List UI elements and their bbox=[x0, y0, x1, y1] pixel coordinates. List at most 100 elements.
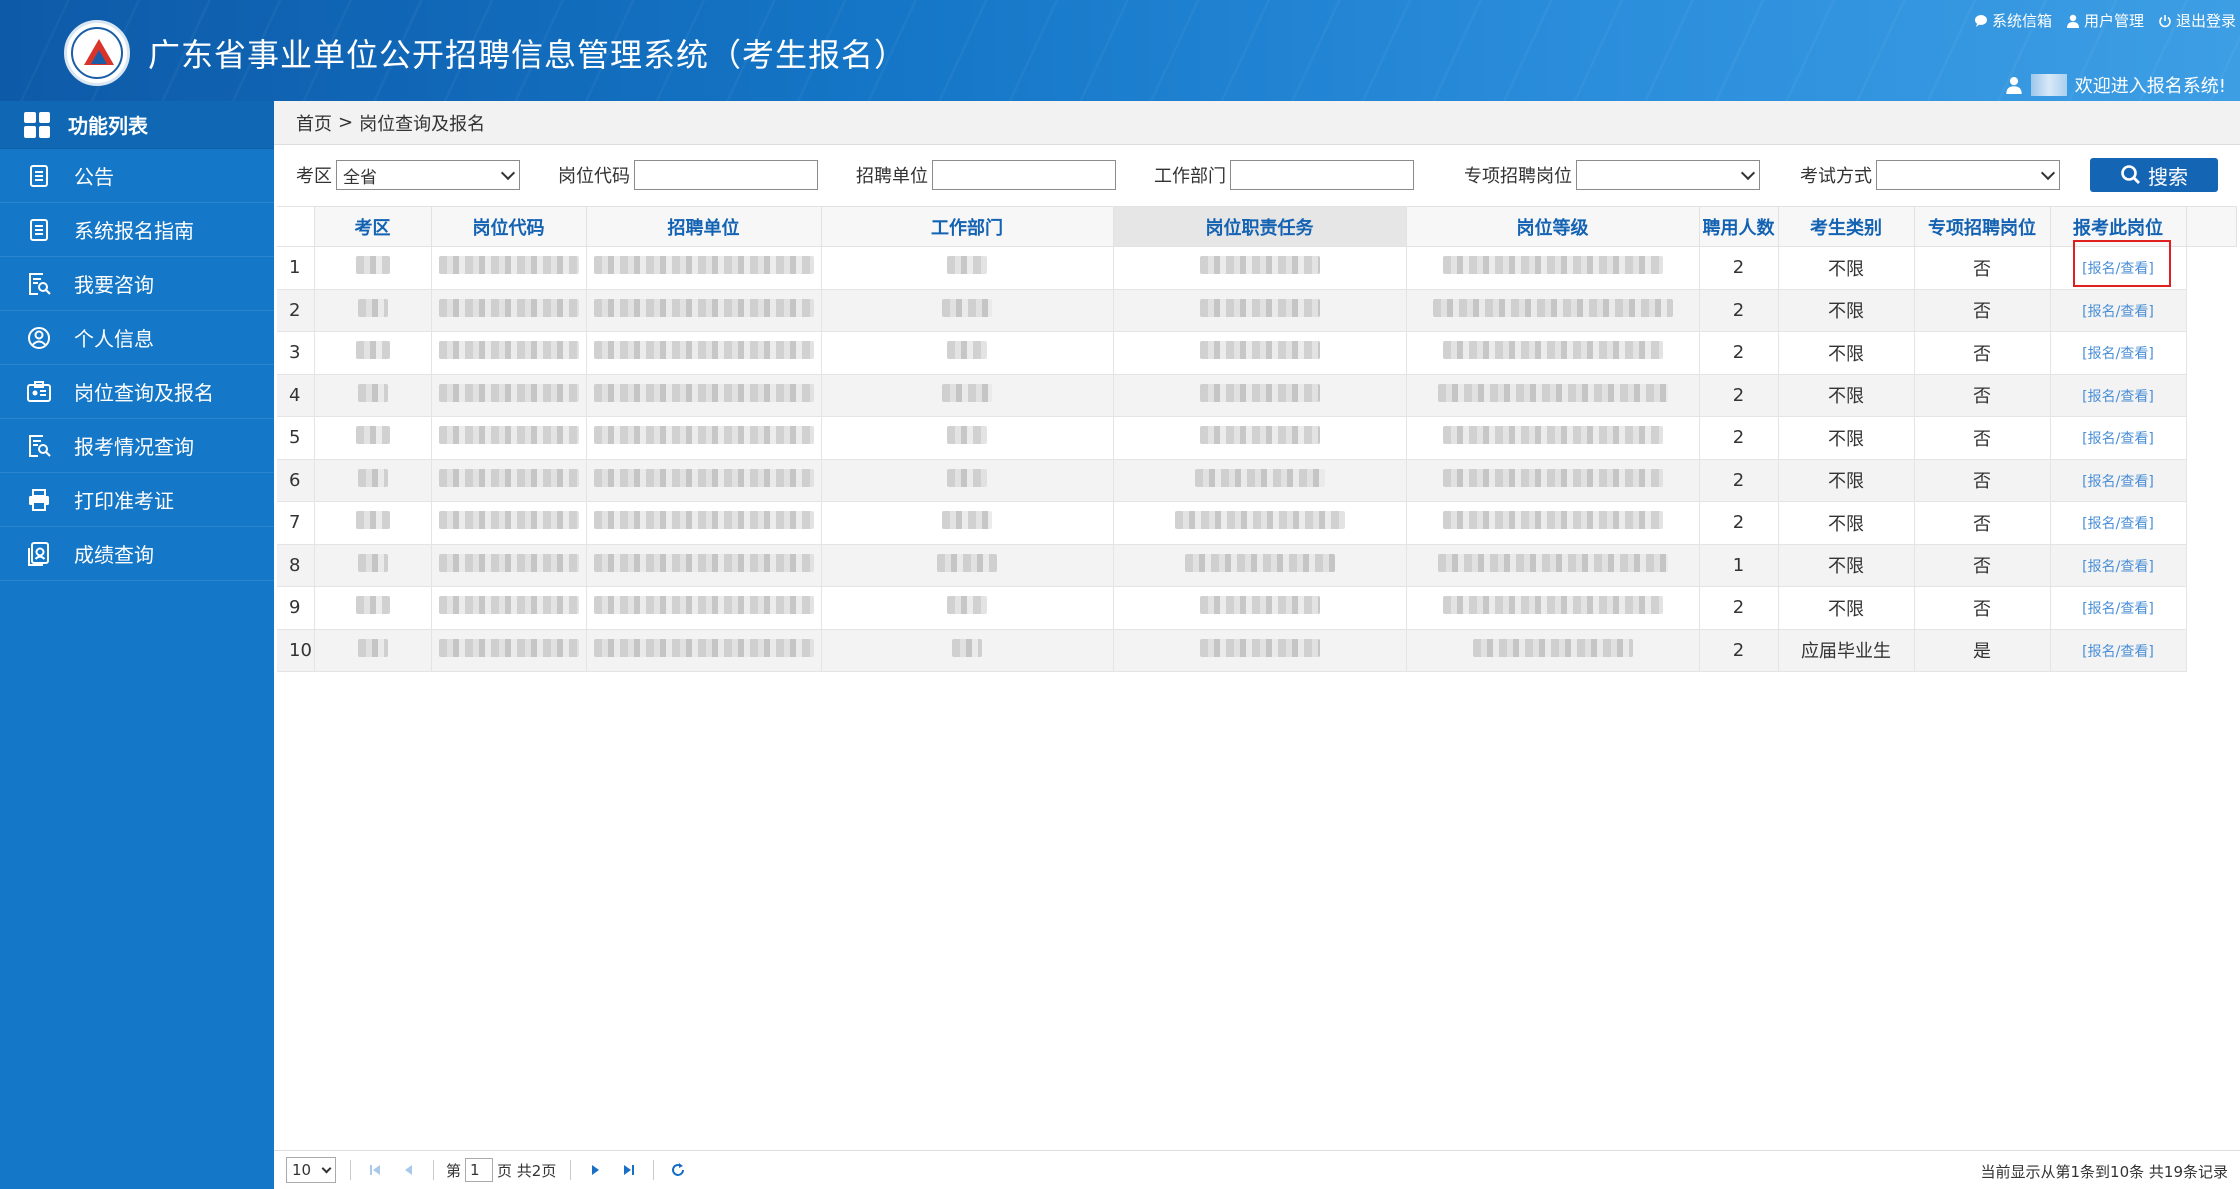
user-circle-icon bbox=[28, 326, 50, 349]
col-duties[interactable]: 岗位职责任务 bbox=[1112, 206, 1407, 247]
table-row: 4 2 不限 否 [报名/查看] bbox=[277, 373, 2236, 417]
grid-icon bbox=[24, 111, 50, 138]
sidebar-item-print-ticket[interactable]: 打印准考证 bbox=[0, 473, 274, 527]
prev-page-icon bbox=[405, 1165, 412, 1175]
apply-view-link[interactable]: [报名/查看] bbox=[2082, 644, 2154, 660]
sidebar-item-personal-info[interactable]: 个人信息 bbox=[0, 311, 274, 365]
chevron-down-icon bbox=[500, 165, 516, 180]
table-row: 10 2 应届毕业生 是 [报名/查看] bbox=[277, 628, 2236, 672]
table-row: 2 2 不限 否 [报名/查看] bbox=[277, 288, 2236, 332]
col-candidate-type[interactable]: 考生类别 bbox=[1777, 206, 1915, 247]
mailbox-link[interactable]: 系统信箱 bbox=[1974, 10, 2052, 31]
last-page-button[interactable] bbox=[619, 1160, 639, 1180]
search-button[interactable]: 搜索 bbox=[2090, 158, 2218, 192]
redacted-cell bbox=[355, 511, 390, 530]
redacted-cell bbox=[438, 553, 579, 572]
apply-view-link[interactable]: [报名/查看] bbox=[2082, 304, 2154, 320]
apply-view-link[interactable]: [报名/查看] bbox=[2082, 431, 2154, 447]
breadcrumb-separator: > bbox=[338, 112, 354, 133]
job-table-wrap: 考区 岗位代码 招聘单位 工作部门 岗位职责任务 岗位等级 聘用人数 考生类别 … bbox=[277, 206, 2237, 672]
col-headcount[interactable]: 聘用人数 bbox=[1698, 206, 1779, 247]
redacted-cell bbox=[1442, 341, 1663, 360]
redacted-cell bbox=[947, 426, 987, 445]
department-input[interactable] bbox=[1230, 160, 1414, 190]
redacted-cell bbox=[947, 256, 987, 275]
special-post-select[interactable] bbox=[1576, 160, 1760, 190]
redacted-cell bbox=[355, 256, 390, 275]
apply-view-link[interactable]: [报名/查看] bbox=[2082, 346, 2154, 362]
col-department[interactable]: 工作部门 bbox=[820, 206, 1114, 247]
redacted-cell bbox=[947, 341, 987, 360]
redacted-cell bbox=[593, 596, 814, 615]
sidebar: 功能列表 公告 系统报名指南 我要咨询 个人信息 岗位查询及报名 报考情况查询 … bbox=[0, 101, 274, 1189]
username-blurred bbox=[2030, 74, 2067, 96]
user-management-link[interactable]: 用户管理 bbox=[2066, 10, 2144, 31]
page-number-input[interactable]: 1 bbox=[465, 1158, 494, 1182]
apply-view-link[interactable]: [报名/查看] bbox=[2082, 559, 2154, 575]
col-job-code[interactable]: 岗位代码 bbox=[430, 206, 587, 247]
redacted-cell bbox=[1199, 298, 1320, 317]
search-document-icon bbox=[29, 434, 51, 457]
id-card-icon bbox=[27, 380, 51, 402]
apply-view-link[interactable]: [报名/查看] bbox=[2082, 474, 2154, 490]
first-page-button[interactable] bbox=[365, 1160, 385, 1180]
page-size-select[interactable]: 10 bbox=[286, 1157, 336, 1183]
exam-method-select[interactable] bbox=[1876, 160, 2060, 190]
redacted-cell bbox=[438, 596, 579, 615]
table-row: 7 2 不限 否 [报名/查看] bbox=[277, 501, 2236, 545]
refresh-icon bbox=[672, 1163, 685, 1176]
last-page-icon bbox=[624, 1165, 635, 1175]
redacted-cell bbox=[1184, 553, 1335, 572]
redacted-cell bbox=[593, 383, 814, 402]
employer-input[interactable] bbox=[932, 160, 1116, 190]
sidebar-item-application-status[interactable]: 报考情况查询 bbox=[0, 419, 274, 473]
col-filler bbox=[2185, 206, 2237, 247]
apply-view-link[interactable]: [报名/查看] bbox=[2082, 601, 2154, 617]
redacted-cell bbox=[593, 426, 814, 445]
breadcrumb-home[interactable]: 首页 bbox=[296, 110, 332, 136]
redacted-cell bbox=[947, 596, 987, 615]
apply-view-link[interactable]: [报名/查看] bbox=[2082, 516, 2154, 532]
job-table: 考区 岗位代码 招聘单位 工作部门 岗位职责任务 岗位等级 聘用人数 考生类别 … bbox=[277, 206, 2237, 672]
sidebar-item-guide[interactable]: 系统报名指南 bbox=[0, 203, 274, 257]
region-label: 考区 bbox=[296, 166, 332, 187]
region-select[interactable]: 全省 bbox=[336, 160, 520, 190]
apply-view-link[interactable]: [报名/查看] bbox=[2082, 389, 2154, 405]
next-page-button[interactable] bbox=[585, 1160, 605, 1180]
col-index bbox=[277, 206, 315, 247]
redacted-cell bbox=[593, 638, 814, 657]
user-icon bbox=[2006, 77, 2022, 94]
col-special-post[interactable]: 专项招聘岗位 bbox=[1913, 206, 2051, 247]
refresh-button[interactable] bbox=[668, 1160, 688, 1180]
highlight-box bbox=[2073, 240, 2171, 287]
chevron-down-icon bbox=[1740, 165, 1756, 180]
special-post-label: 专项招聘岗位 bbox=[1464, 166, 1572, 187]
redacted-cell bbox=[952, 638, 982, 657]
system-title: 广东省事业单位公开招聘信息管理系统（考生报名） bbox=[148, 36, 908, 74]
redacted-cell bbox=[1442, 426, 1663, 445]
job-code-input[interactable] bbox=[634, 160, 818, 190]
prev-page-button[interactable] bbox=[399, 1160, 419, 1180]
redacted-cell bbox=[438, 256, 579, 275]
redacted-cell bbox=[438, 426, 579, 445]
logout-link[interactable]: 退出登录 bbox=[2158, 10, 2236, 31]
col-employer[interactable]: 招聘单位 bbox=[585, 206, 822, 247]
redacted-cell bbox=[355, 596, 390, 615]
col-level[interactable]: 岗位等级 bbox=[1405, 206, 1700, 247]
sidebar-item-job-search[interactable]: 岗位查询及报名 bbox=[0, 365, 274, 419]
first-page-icon bbox=[370, 1165, 380, 1175]
redacted-cell bbox=[1437, 553, 1668, 572]
breadcrumb-current: 岗位查询及报名 bbox=[359, 113, 486, 135]
job-code-label: 岗位代码 bbox=[558, 166, 630, 187]
col-region[interactable]: 考区 bbox=[313, 206, 432, 247]
redacted-cell bbox=[1199, 426, 1320, 445]
sidebar-item-announcement[interactable]: 公告 bbox=[0, 149, 274, 203]
next-page-icon bbox=[592, 1165, 600, 1175]
sidebar-item-consult[interactable]: 我要咨询 bbox=[0, 257, 274, 311]
redacted-cell bbox=[1194, 468, 1325, 487]
sidebar-item-scores[interactable]: 成绩查询 bbox=[0, 527, 274, 581]
redacted-cell bbox=[593, 298, 814, 317]
department-label: 工作部门 bbox=[1154, 166, 1226, 187]
redacted-cell bbox=[357, 298, 388, 317]
redacted-cell bbox=[1442, 256, 1663, 275]
